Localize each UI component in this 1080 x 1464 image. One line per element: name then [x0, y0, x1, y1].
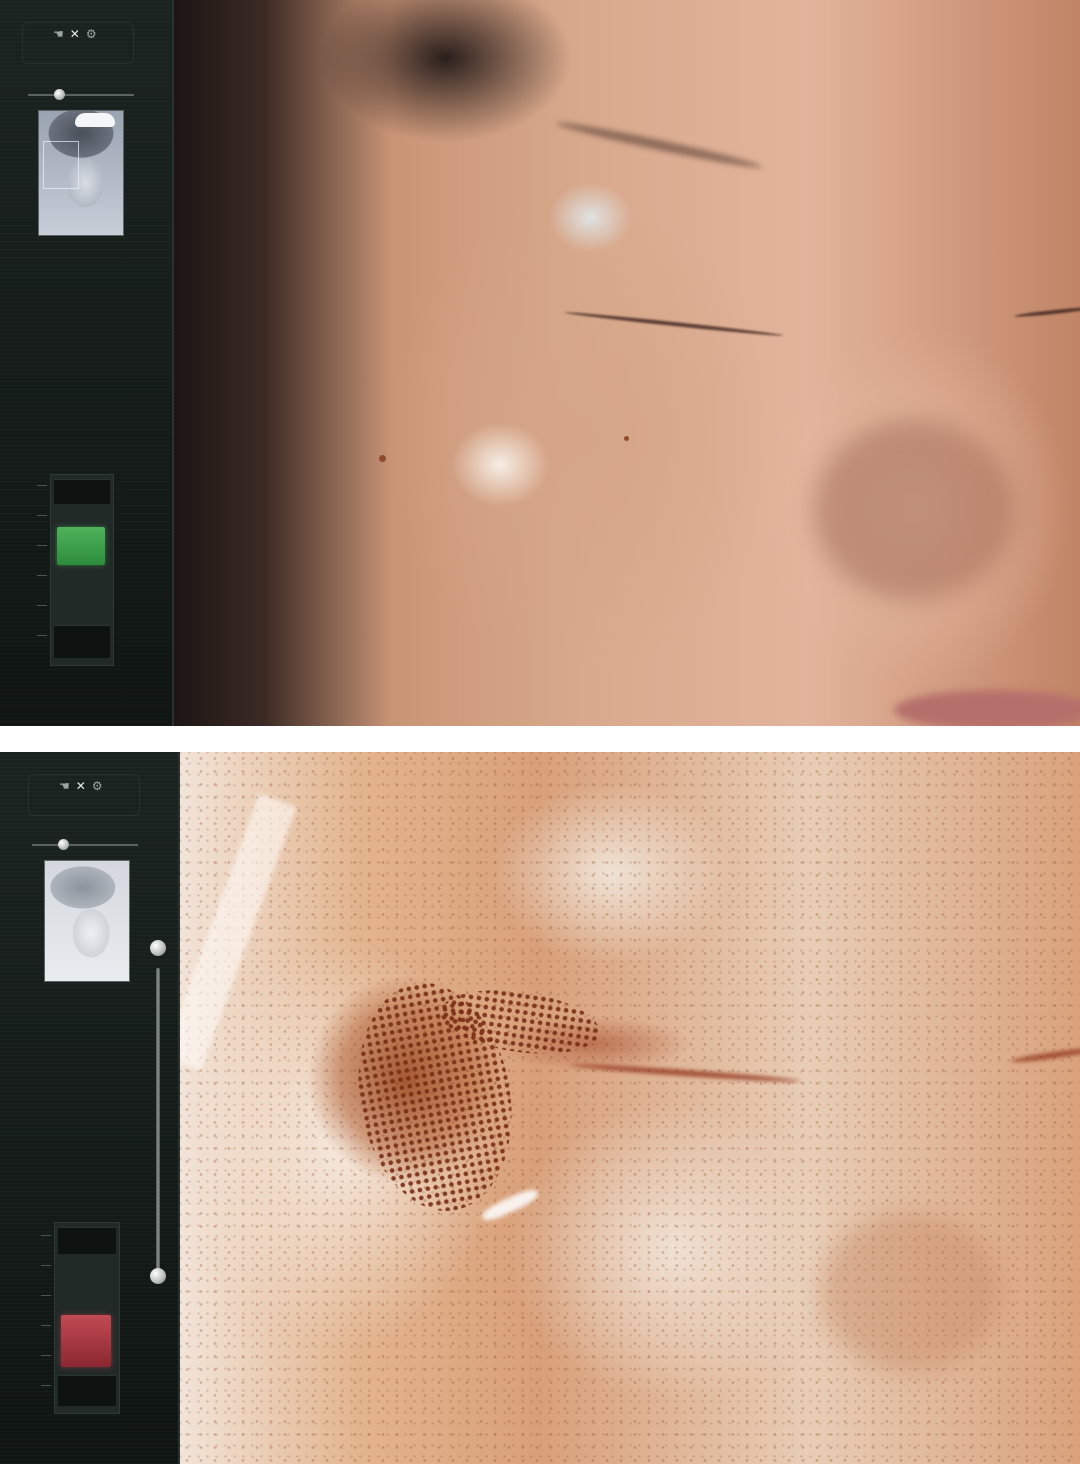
- analysis-sidebar: ☚ ✕ ⚙: [0, 752, 180, 1464]
- score-meter: [41, 1222, 120, 1414]
- meter-level-green: [57, 527, 105, 565]
- vertical-slider[interactable]: [150, 940, 166, 1284]
- score-meter: [37, 474, 114, 666]
- settings-icon[interactable]: ⚙: [92, 779, 103, 793]
- vertical-slider-bottom-knob[interactable]: [150, 1268, 166, 1284]
- region-frame: [43, 141, 79, 189]
- face-photo-uv: [180, 752, 1080, 1464]
- analysis-screen-top: ☚ ✕ ⚙: [0, 0, 1080, 726]
- hand-icon[interactable]: ☚: [59, 779, 70, 793]
- face-thumbnail[interactable]: [38, 110, 124, 236]
- vertical-slider-top-knob[interactable]: [150, 940, 166, 956]
- hand-icon[interactable]: ☚: [53, 27, 64, 41]
- face-thumbnail[interactable]: [44, 860, 130, 982]
- face-photo-top: [174, 0, 1080, 726]
- zoom-slider-knob[interactable]: [54, 89, 65, 100]
- settings-icon[interactable]: ⚙: [86, 27, 97, 41]
- zoom-slider[interactable]: [32, 839, 138, 850]
- meter-level-red: [61, 1315, 111, 1367]
- toolbar: ☚ ✕ ⚙: [22, 22, 134, 64]
- close-icon[interactable]: ✕: [76, 779, 86, 793]
- headband: [75, 113, 115, 127]
- close-icon[interactable]: ✕: [70, 27, 80, 41]
- zoom-slider-knob[interactable]: [58, 839, 69, 850]
- toolbar: ☚ ✕ ⚙: [28, 774, 140, 816]
- analysis-sidebar: ☚ ✕ ⚙: [0, 0, 174, 726]
- analysis-screen-bottom: ☚ ✕ ⚙: [0, 752, 1080, 1464]
- zoom-slider[interactable]: [28, 89, 134, 100]
